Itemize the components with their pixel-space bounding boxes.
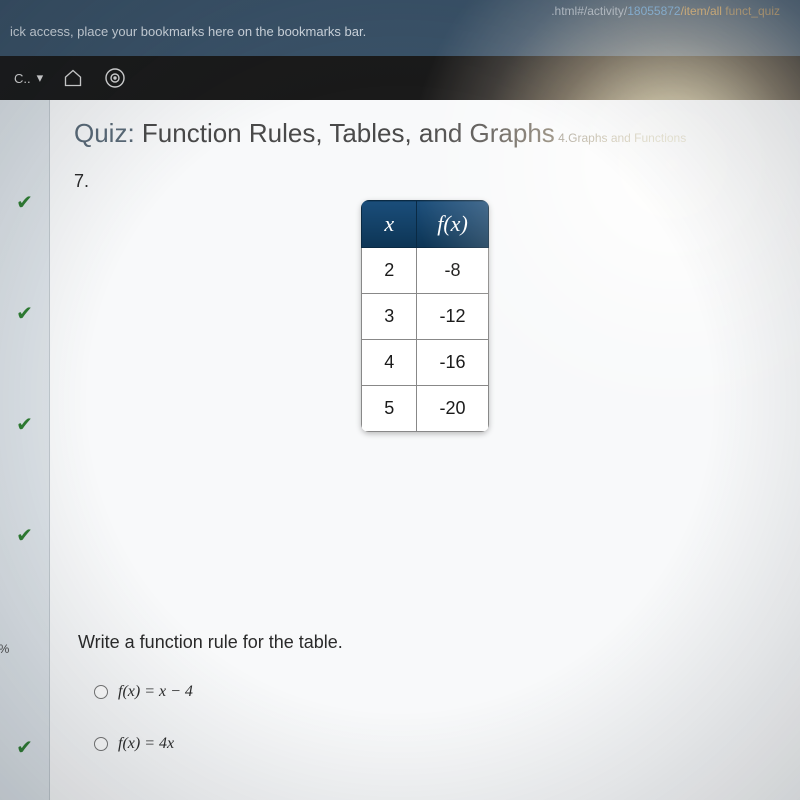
cell-fx: -16 bbox=[417, 340, 489, 386]
answer-option[interactable]: f(x) = 4x bbox=[94, 735, 776, 753]
cell-fx: -12 bbox=[417, 294, 489, 340]
question-number: 7. bbox=[74, 171, 776, 192]
url-text: 18055872 bbox=[627, 4, 680, 18]
cell-fx: -20 bbox=[417, 386, 489, 432]
table-row: 3 -12 bbox=[362, 294, 489, 340]
content-area: ✔ ✔ ✔ ✔ 0% ✔ Quiz: Function Rules, Table… bbox=[0, 100, 800, 800]
progress-label: 0% bbox=[0, 642, 9, 656]
check-icon[interactable]: ✔ bbox=[16, 301, 33, 326]
table-row: 4 -16 bbox=[362, 340, 489, 386]
question-nav-sidebar: ✔ ✔ ✔ ✔ 0% ✔ bbox=[0, 100, 50, 800]
check-icon[interactable]: ✔ bbox=[16, 735, 33, 760]
chevron-down-icon: ▾ bbox=[37, 70, 44, 86]
target-icon[interactable] bbox=[103, 66, 127, 90]
title-name: Function Rules, Tables, and Graphs bbox=[142, 118, 555, 148]
cell-x: 2 bbox=[362, 248, 417, 294]
page-title: Quiz: Function Rules, Tables, and Graphs… bbox=[74, 118, 776, 149]
url-text: .html#/activity/ bbox=[551, 4, 627, 18]
answer-radio[interactable] bbox=[94, 685, 108, 699]
app-toolbar: C.. ▾ bbox=[0, 56, 800, 100]
unit-label: 4.Graphs and Functions bbox=[555, 131, 686, 145]
cell-x: 4 bbox=[362, 340, 417, 386]
table-header-x: x bbox=[362, 201, 417, 248]
function-table: x f(x) 2 -8 3 -12 4 -16 bbox=[361, 200, 489, 432]
bookmark-bar-hint: ick access, place your bookmarks here on… bbox=[10, 18, 790, 39]
quiz-main: Quiz: Function Rules, Tables, and Graphs… bbox=[50, 100, 800, 800]
question-prompt: Write a function rule for the table. bbox=[78, 632, 776, 653]
check-icon[interactable]: ✔ bbox=[16, 412, 33, 437]
table-row: 2 -8 bbox=[362, 248, 489, 294]
cell-fx: -8 bbox=[417, 248, 489, 294]
check-icon[interactable]: ✔ bbox=[16, 523, 33, 548]
answer-label: f(x) = 4x bbox=[118, 735, 174, 753]
cell-x: 5 bbox=[362, 386, 417, 432]
answer-label: f(x) = x − 4 bbox=[118, 683, 193, 701]
cell-x: 3 bbox=[362, 294, 417, 340]
url-text: /item/all bbox=[681, 4, 722, 18]
course-menu-label: C.. bbox=[14, 71, 31, 86]
check-icon[interactable]: ✔ bbox=[16, 190, 33, 215]
url-text: funct_quiz bbox=[722, 4, 780, 18]
url-bar-fragment: .html#/activity/18055872/item/all funct_… bbox=[10, 4, 790, 18]
function-table-wrap: x f(x) 2 -8 3 -12 4 -16 bbox=[74, 200, 776, 432]
answer-radio[interactable] bbox=[94, 737, 108, 751]
table-header-fx: f(x) bbox=[417, 201, 489, 248]
title-prefix: Quiz: bbox=[74, 118, 142, 148]
table-row: 5 -20 bbox=[362, 386, 489, 432]
browser-chrome: .html#/activity/18055872/item/all funct_… bbox=[0, 0, 800, 56]
home-icon[interactable] bbox=[63, 68, 83, 88]
answer-option[interactable]: f(x) = x − 4 bbox=[94, 683, 776, 701]
course-menu-button[interactable]: C.. ▾ bbox=[14, 70, 43, 86]
